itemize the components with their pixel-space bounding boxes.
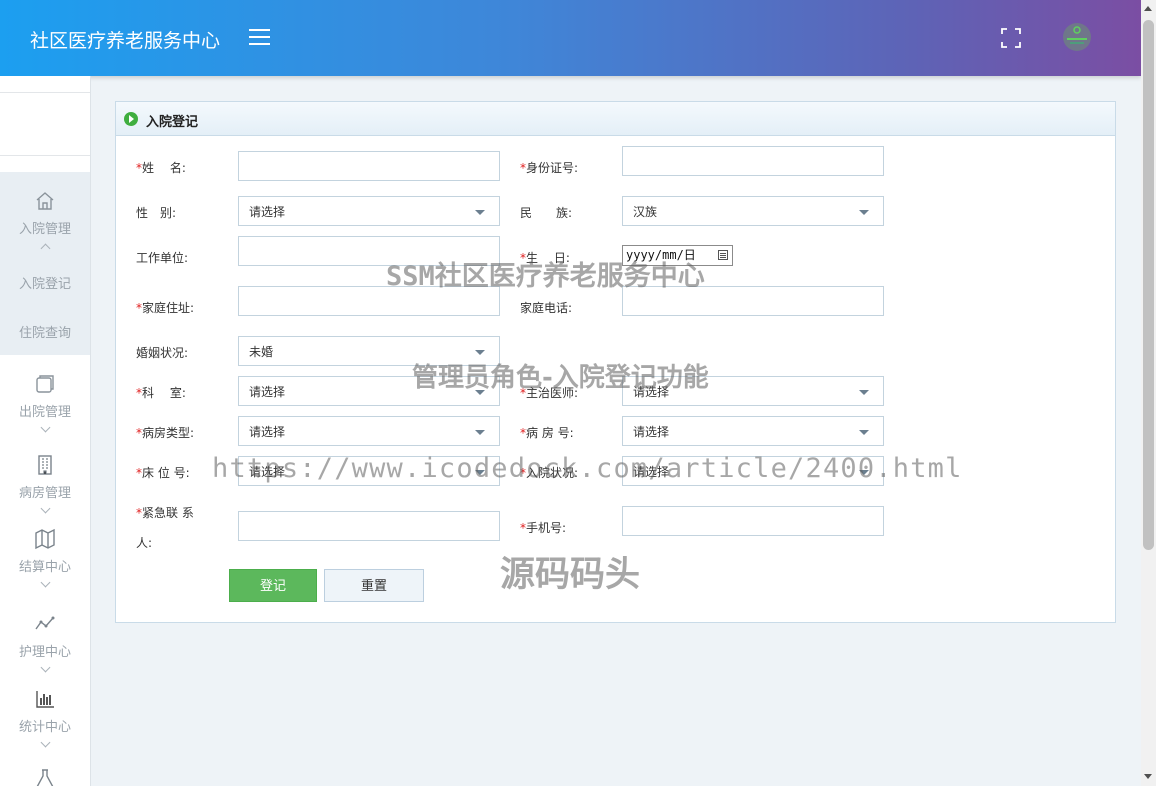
bar-chart-icon [36,691,54,708]
chevron-down-icon [859,390,869,395]
chevron-down-icon [859,210,869,215]
chevron-down-icon [40,662,50,673]
sidebar-header-area [0,92,90,156]
chevron-down-icon [40,577,50,588]
chevron-down-icon [40,737,50,748]
sidebar-item-label: 护理中心 [18,645,71,660]
chevron-down-icon [475,210,485,215]
ward-type-select[interactable]: 请选择 [238,416,500,446]
sidebar-item-more[interactable] [0,768,90,786]
trend-line-icon [35,616,55,630]
reset-button[interactable]: 重置 [324,569,424,602]
calendar-icon[interactable] [718,250,728,260]
scroll-up-icon[interactable] [1144,6,1152,11]
menu-toggle-icon[interactable] [249,29,270,47]
ward-no-label: *病 房 号: [520,426,574,440]
mobile-field[interactable] [622,506,884,536]
building-icon [38,455,52,475]
gender-select[interactable]: 请选择 [238,196,500,226]
chevron-down-icon [40,503,50,514]
sidebar-subitem-inpatient-query[interactable]: 住院查询 [0,322,90,341]
sidebar-item-admission-management[interactable]: 入院管理 [0,190,90,254]
sidebar-item-settlement[interactable]: 结算中心 [0,528,90,588]
attending-doctor-select[interactable]: 请选择 [622,376,884,406]
home-phone-label: 家庭电话: [520,301,573,315]
sidebar-item-nursing[interactable]: 护理中心 [0,613,90,673]
gender-label: 性 别: [136,206,177,220]
work-unit-field[interactable] [238,236,500,266]
panel-title: 入院登记 [146,115,199,130]
home-address-label: *家庭住址: [136,301,195,315]
register-button[interactable]: 登记 [229,569,317,602]
chevron-down-icon [859,430,869,435]
sidebar-item-ward[interactable]: 病房管理 [0,454,90,514]
chevron-up-icon [40,243,50,254]
chevron-down-icon [475,350,485,355]
id-card-field[interactable] [622,146,884,176]
play-circle-icon [124,112,138,126]
ward-no-select[interactable]: 请选择 [622,416,884,446]
id-card-label: *身份证号: [520,161,579,175]
marital-status-label: 婚姻状况: [136,346,189,360]
vertical-scrollbar[interactable] [1141,0,1156,786]
app-title: 社区医疗养老服务中心 [30,30,221,52]
department-label: *科 室: [136,386,186,400]
sidebar-item-label: 出院管理 [18,405,71,420]
emergency-contact-label: *紧急联 系 [136,506,194,520]
sidebar-item-label: 统计中心 [18,720,71,735]
birthday-date-input[interactable]: yyyy/mm/日 [622,245,733,266]
attending-doctor-label: *主治医师: [520,386,579,400]
user-avatar-icon[interactable] [1062,22,1092,52]
marital-status-select[interactable]: 未婚 [238,336,500,366]
chevron-down-icon [475,430,485,435]
map-icon [35,528,55,550]
sidebar-item-label: 病房管理 [18,486,71,501]
name-label: *姓 名: [136,161,186,175]
flask-icon [36,769,54,786]
chevron-down-icon [40,422,50,433]
emergency-contact-field[interactable] [238,511,500,541]
home-phone-field[interactable] [622,286,884,316]
scrollbar-thumb[interactable] [1143,20,1154,550]
name-field[interactable] [238,151,500,181]
sidebar-item-label: 结算中心 [18,560,71,575]
fullscreen-icon[interactable] [1000,27,1022,49]
chevron-down-icon [475,390,485,395]
birthday-label: *生 日: [520,251,570,265]
top-header: 社区医疗养老服务中心 [0,0,1141,76]
ethnicity-label: 民 族: [520,206,573,220]
sidebar-item-discharge[interactable]: 出院管理 [0,373,90,433]
chevron-down-icon [475,470,485,475]
sidebar-item-statistics[interactable]: 统计中心 [0,688,90,748]
work-unit-label: 工作单位: [136,251,189,265]
panel-header: 入院登记 [116,102,1115,136]
discharge-icon [36,375,54,393]
admission-status-select[interactable]: 请选择 [622,456,884,486]
sidebar-item-label: 入院管理 [18,222,71,237]
department-select[interactable]: 请选择 [238,376,500,406]
home-address-field[interactable] [238,286,500,316]
emergency-contact-label-cont: 人: [136,536,153,550]
chevron-down-icon [859,470,869,475]
ward-type-label: *病房类型: [136,426,195,440]
sidebar-subitem-admission-register[interactable]: 入院登记 [0,273,90,292]
scroll-down-icon[interactable] [1144,774,1152,779]
mobile-label: *手机号: [520,521,567,535]
bed-no-label: *床 位 号: [136,466,190,480]
admission-status-label: *入院状况: [520,466,579,480]
sidebar: 入院管理 入院登记 住院查询 出院管理 病房管理 结算中心 护理中心 统计中心 [0,76,91,786]
ethnicity-select[interactable]: 汉族 [622,196,884,226]
bed-no-select[interactable]: 请选择 [238,456,500,486]
home-icon [36,192,54,210]
